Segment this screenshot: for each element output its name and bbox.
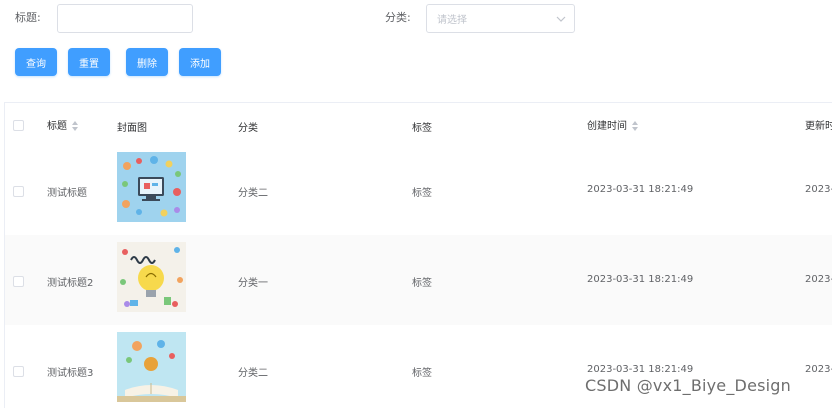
- table-header: 标题 封面图 分类 标签 创建时间 更新时: [5, 103, 832, 145]
- row-title: 测试标题2: [47, 278, 94, 289]
- column-header-created[interactable]: 创建时间: [587, 117, 639, 132]
- tech-icons-illustration: [117, 152, 186, 222]
- table-row[interactable]: 测试标题3 分类二 标签 2023-03-31 18:21:49 2023-: [5, 325, 832, 408]
- open-book-illustration: [117, 332, 186, 402]
- category-filter-label: 分类:: [385, 11, 411, 24]
- column-header-tag: 标签: [412, 123, 432, 134]
- row-checkbox[interactable]: [13, 276, 24, 287]
- row-created: 2023-03-31 18:21:49: [587, 184, 694, 195]
- add-button[interactable]: 添加: [179, 48, 221, 76]
- row-tag: 标签: [412, 278, 432, 289]
- delete-button[interactable]: 删除: [126, 48, 168, 76]
- row-created: 2023-03-31 18:21:49: [587, 364, 694, 375]
- table-row[interactable]: 测试标题 分类二 标签 2023-03-31 18:21:49 2023-: [5, 145, 832, 235]
- cover-image: [117, 332, 186, 402]
- column-header-created-label: 创建时间: [587, 121, 627, 132]
- cover-image: [117, 242, 186, 312]
- row-checkbox[interactable]: [13, 366, 24, 377]
- column-header-title-label: 标题: [47, 121, 67, 132]
- query-button[interactable]: 查询: [15, 48, 57, 76]
- watermark: CSDN @vx1_Biye_Design: [585, 376, 791, 395]
- row-checkbox[interactable]: [13, 186, 24, 197]
- table-row[interactable]: 测试标题2 分类一 标签 2023-03-31 18:21:49 2023-: [5, 235, 832, 325]
- cover-image: [117, 152, 186, 222]
- column-header-updated: 更新时: [805, 121, 832, 132]
- learn-lightbulb-illustration: [117, 242, 186, 312]
- row-category: 分类二: [238, 368, 268, 379]
- title-filter-label: 标题:: [15, 11, 41, 24]
- row-category: 分类一: [238, 278, 268, 289]
- sort-icon[interactable]: [631, 121, 639, 131]
- row-updated: 2023-: [805, 184, 832, 195]
- row-tag: 标签: [412, 188, 432, 199]
- reset-button[interactable]: 重置: [68, 48, 110, 76]
- category-select[interactable]: 请选择: [426, 4, 575, 33]
- row-title: 测试标题: [47, 188, 87, 199]
- data-table: 标题 封面图 分类 标签 创建时间 更新时 测试标题 分类二 标签 2023-0…: [4, 102, 832, 408]
- row-tag: 标签: [412, 368, 432, 379]
- chevron-down-icon: [556, 16, 566, 22]
- category-select-placeholder: 请选择: [437, 15, 467, 26]
- title-search-input[interactable]: [57, 4, 193, 33]
- column-header-cover: 封面图: [117, 123, 147, 134]
- row-updated: 2023-: [805, 364, 832, 375]
- select-all-checkbox[interactable]: [13, 120, 24, 131]
- column-header-title[interactable]: 标题: [47, 117, 79, 132]
- row-title: 测试标题3: [47, 368, 94, 379]
- row-created: 2023-03-31 18:21:49: [587, 274, 694, 285]
- row-category: 分类二: [238, 188, 268, 199]
- row-updated: 2023-: [805, 274, 832, 285]
- sort-icon[interactable]: [71, 121, 79, 131]
- column-header-category: 分类: [238, 123, 258, 134]
